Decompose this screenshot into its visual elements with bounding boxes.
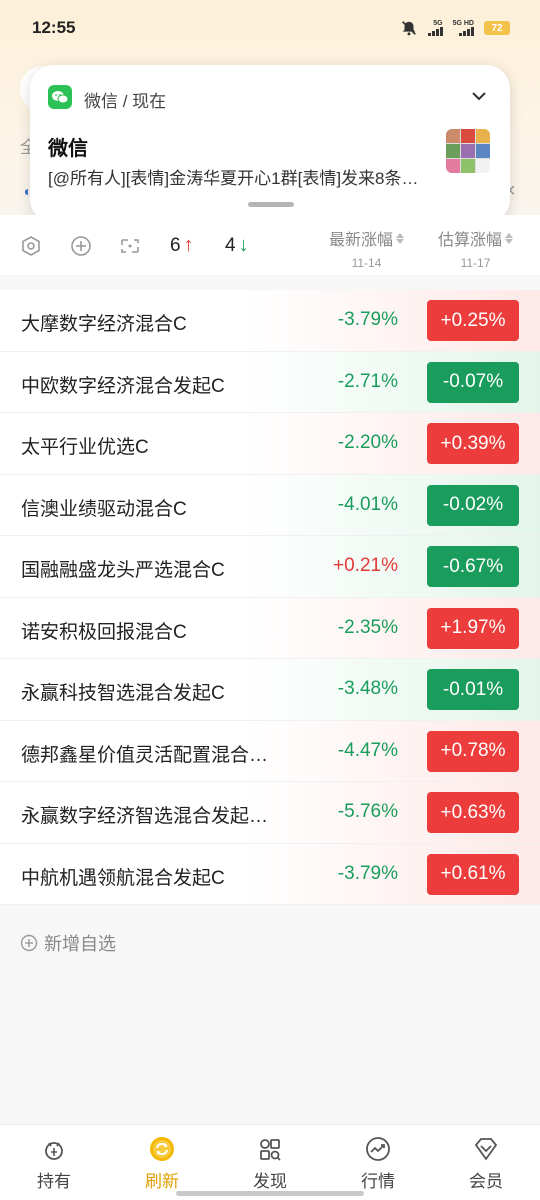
nav-holdings[interactable]: 持有	[0, 1125, 108, 1200]
market-icon	[366, 1137, 390, 1161]
estimated-change-badge: -0.67%	[427, 546, 519, 587]
fund-name: 太平行业优选C	[21, 437, 149, 458]
estimated-change-badge: +0.61%	[427, 853, 519, 895]
chevron-down-icon[interactable]	[470, 87, 488, 105]
column-estimated-change[interactable]: 估算涨幅 11-17	[438, 226, 514, 270]
discover-icon	[260, 1139, 281, 1161]
latest-change: -3.79%	[337, 862, 398, 884]
fund-name: 永赢科技智选混合发起C	[21, 683, 225, 704]
latest-change: -5.76%	[337, 801, 398, 822]
fund-name: 中欧数字经济混合发起C	[21, 375, 225, 397]
latest-change: -4.47%	[337, 739, 398, 761]
fund-row[interactable]: 信澳业绩驱动混合C -4.01% -0.02%	[0, 474, 540, 536]
home-indicator[interactable]	[176, 1191, 364, 1196]
fund-name: 永赢数字经济智选混合发起…	[21, 806, 269, 827]
latest-change: -4.01%	[337, 493, 398, 515]
signal-5g-hd-icon: 5G HD	[453, 20, 474, 36]
notification-body: [@所有人][表情]金涛华夏开心1群[表情]发来8条…	[48, 169, 419, 188]
up-count: 6 ↑	[170, 234, 194, 256]
edit-list-icon[interactable]	[119, 235, 141, 257]
fund-row[interactable]: 太平行业优选C -2.20% +0.39%	[0, 413, 540, 475]
fund-name: 大摩数字经济混合C	[21, 314, 187, 335]
fund-row[interactable]: 诺安积极回报混合C -2.35% +1.97%	[0, 597, 540, 659]
status-time: 12:55	[32, 18, 76, 37]
status-indicators: 5G 5G HD 72	[400, 19, 510, 37]
wechat-notification[interactable]: 微信 / 现在 微信 [@所有人][表情]金涛华夏开心1群[表情]发来8条…	[30, 65, 510, 223]
estimated-change-badge: +0.25%	[427, 300, 519, 341]
fund-name: 中航机遇领航混合发起C	[21, 867, 225, 889]
fund-name: 国融融盛龙头严选混合C	[21, 560, 225, 581]
fund-row[interactable]: 大摩数字经济混合C -3.79% +0.25%	[0, 290, 540, 352]
latest-change: -2.35%	[337, 616, 398, 638]
notification-drag-handle[interactable]	[248, 202, 294, 207]
fund-row[interactable]: 中航机遇领航混合发起C -3.79% +0.61%	[0, 843, 540, 905]
group-avatar	[446, 129, 490, 173]
latest-change: +0.21%	[333, 555, 398, 576]
arrow-up-icon: ↑	[183, 234, 194, 256]
add-fund-button[interactable]: 新增自选	[20, 930, 116, 956]
fund-name: 德邦鑫星价值灵活配置混合…	[21, 744, 269, 766]
holdings-icon	[45, 1142, 63, 1160]
wechat-icon	[48, 85, 72, 109]
bottom-nav: 持有 刷新 发现 行情 会员	[0, 1124, 540, 1200]
estimated-change-badge: +1.97%	[427, 607, 519, 649]
latest-change: -3.48%	[337, 678, 398, 699]
nav-member[interactable]: 会员	[432, 1125, 540, 1200]
add-circle-icon[interactable]	[70, 235, 92, 257]
estimated-change-badge: -0.01%	[427, 669, 519, 710]
notification-title: 微信	[48, 138, 88, 160]
estimated-change-badge: +0.78%	[427, 730, 519, 772]
fund-list: 大摩数字经济混合C -3.79% +0.25% 中欧数字经济混合发起C -2.71% -0…	[0, 290, 540, 905]
nav-refresh[interactable]: 刷新	[108, 1125, 216, 1200]
arrow-down-icon: ↓	[238, 234, 249, 256]
down-count: 4 ↓	[225, 234, 249, 256]
sort-icon	[396, 232, 405, 244]
estimated-change-badge: +0.63%	[427, 792, 519, 833]
fund-name: 信澳业绩驱动混合C	[21, 498, 187, 520]
refresh-icon	[150, 1137, 174, 1161]
battery-icon: 72	[484, 21, 510, 35]
fund-row[interactable]: 中欧数字经济混合发起C -2.71% -0.07%	[0, 351, 540, 413]
fund-row[interactable]: 德邦鑫星价值灵活配置混合… -4.47% +0.78%	[0, 720, 540, 782]
member-icon	[474, 1138, 498, 1161]
sort-icon	[505, 232, 514, 244]
bell-muted-icon	[401, 21, 416, 36]
estimated-change-badge: -0.02%	[427, 484, 519, 526]
latest-change: -2.71%	[337, 370, 398, 392]
nav-market[interactable]: 行情	[324, 1125, 432, 1200]
estimated-change-badge: -0.07%	[427, 361, 519, 403]
latest-change: -2.20%	[337, 432, 398, 453]
settings-hex-icon[interactable]	[20, 235, 42, 257]
fund-row[interactable]: 国融融盛龙头严选混合C +0.21% -0.67%	[0, 536, 540, 598]
fund-name: 诺安积极回报混合C	[21, 621, 187, 643]
fund-row[interactable]: 永赢数字经济智选混合发起… -5.76% +0.63%	[0, 782, 540, 844]
latest-change: -3.79%	[337, 309, 398, 330]
signal-5g-icon: 5G	[427, 20, 443, 36]
plus-circle-icon	[20, 934, 38, 952]
nav-discover[interactable]: 发现	[216, 1125, 324, 1200]
column-latest-change[interactable]: 最新涨幅 11-14	[329, 226, 405, 270]
estimated-change-badge: +0.39%	[427, 423, 519, 464]
fund-row[interactable]: 永赢科技智选混合发起C -3.48% -0.01%	[0, 659, 540, 721]
status-bar: 12:55 5G 5G HD 72	[0, 0, 540, 56]
notification-app-name: 微信 / 现在	[84, 92, 167, 111]
